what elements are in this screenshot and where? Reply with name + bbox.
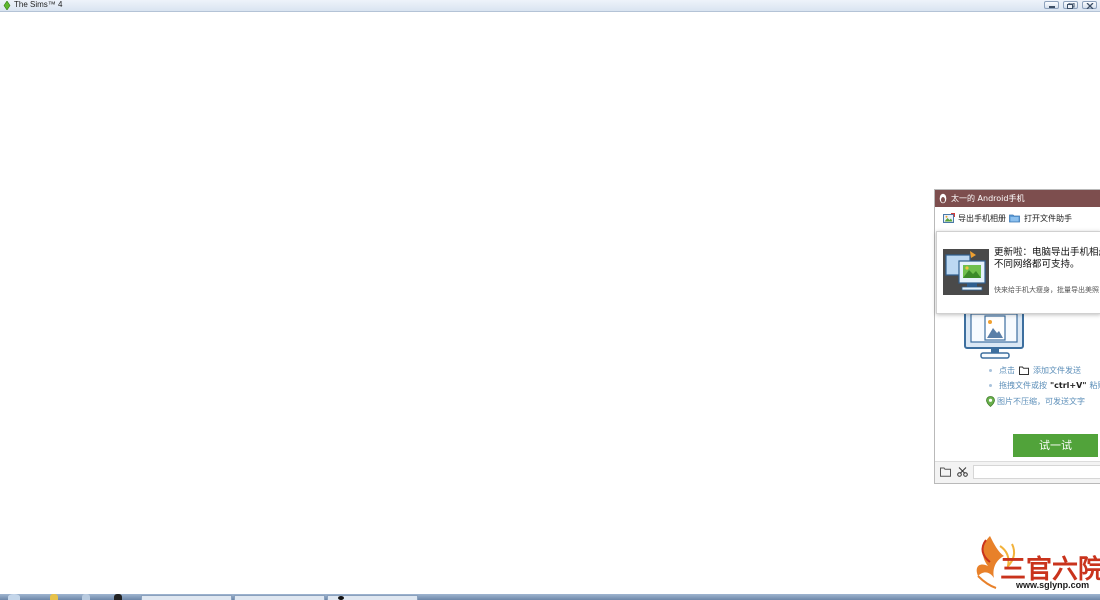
taskbar-window-button[interactable] [141, 595, 232, 600]
close-button[interactable] [1082, 1, 1097, 9]
restore-icon [1067, 3, 1075, 9]
minimize-button[interactable] [1044, 1, 1059, 9]
export-album-label: 导出手机相册 [958, 214, 1006, 223]
hint-no-compress: 图片不压缩，可发送文字 [986, 396, 1085, 408]
hint-ctrl-v: "ctrl+V" [1050, 381, 1087, 390]
try-it-button[interactable]: 试一试 [1013, 434, 1098, 457]
folder-icon [1009, 214, 1020, 223]
update-subtext: 快来给手机大瘦身，批量导出美照 [994, 286, 1099, 294]
update-headline-line1: 更新啦：电脑导出手机相册 [994, 247, 1100, 258]
qq-panel-header[interactable]: 太一的 Android手机 [935, 190, 1100, 207]
close-icon [1086, 3, 1094, 9]
minimize-icon [1049, 6, 1055, 8]
open-file-helper-label: 打开文件助手 [1024, 214, 1072, 223]
hint-paste-suffix: 粘贴 [1089, 381, 1100, 390]
restore-button[interactable] [1063, 1, 1078, 9]
pinned-app-icon[interactable] [82, 594, 90, 600]
taskbar [0, 594, 1100, 600]
window-titlebar[interactable]: The Sims™ 4 [0, 0, 1100, 12]
folder-outline-icon[interactable] [1019, 366, 1029, 375]
pinned-app-icon[interactable] [50, 594, 58, 600]
monitor-illustration [964, 307, 1024, 359]
bullet-dot [989, 369, 992, 372]
phone-export-illustration [943, 249, 989, 295]
taskbar-window-button[interactable] [234, 595, 325, 600]
sims-plumbob-icon [3, 1, 11, 10]
taskbar-window-button[interactable] [327, 595, 418, 600]
update-headline: 更新啦：电脑导出手机相册 不同网络都可支持。 [994, 247, 1100, 271]
scissors-icon[interactable] [957, 467, 968, 477]
photo-export-icon [943, 213, 955, 223]
hint-click-add: 点击 添加文件发送 [989, 365, 1081, 377]
pinned-app-icon[interactable] [114, 594, 122, 600]
location-pin-icon [986, 396, 995, 407]
update-headline-line2: 不同网络都可支持。 [994, 259, 1080, 270]
folder-icon[interactable] [940, 467, 951, 477]
watermark-url: www.sglynp.com [1016, 580, 1090, 590]
start-orb-icon[interactable] [8, 594, 20, 600]
update-notification-popup[interactable]: 更新啦：电脑导出手机相册 不同网络都可支持。 快来给手机大瘦身，批量导出美照 [936, 231, 1100, 314]
qq-penguin-icon [939, 193, 947, 204]
qq-toolbar: 导出手机相册 打开文件助手 [935, 207, 1100, 231]
qq-input-bar [935, 461, 1100, 483]
hint-no-compress-text: 图片不压缩，可发送文字 [997, 397, 1085, 406]
qq-taskbar-icon [338, 596, 344, 600]
window-title: The Sims™ 4 [14, 0, 63, 9]
bullet-dot [989, 384, 992, 387]
hint-click-prefix: 点击 [999, 366, 1015, 375]
hint-drag-prefix: 拖拽文件或按 [999, 381, 1047, 390]
message-input[interactable] [973, 465, 1100, 479]
open-file-helper-button[interactable]: 打开文件助手 [1009, 212, 1072, 226]
hint-add-file-send: 添加文件发送 [1033, 366, 1081, 375]
hint-drag-paste: 拖拽文件或按"ctrl+V"粘贴 [989, 380, 1100, 392]
export-album-button[interactable]: 导出手机相册 [943, 212, 1006, 226]
qq-panel-title: 太一的 Android手机 [951, 194, 1025, 203]
